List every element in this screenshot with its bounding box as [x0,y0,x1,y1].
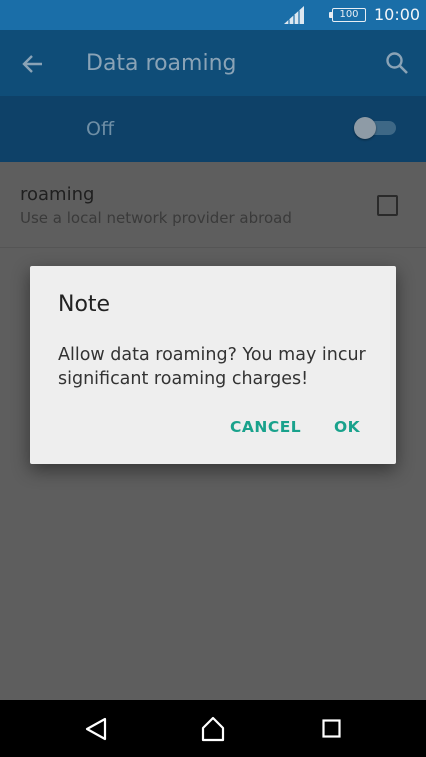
home-icon[interactable] [200,715,226,743]
nav-back-icon[interactable] [84,716,108,742]
battery-icon: 100 [329,8,366,22]
dialog-title: Note [58,292,111,317]
recents-icon[interactable] [322,719,341,738]
roaming-setting-row[interactable]: roaming Use a local network provider abr… [0,162,426,248]
navigation-bar [0,700,426,757]
status-bar: 100 10:00 [0,0,426,30]
cancel-button[interactable]: CANCEL [222,412,309,442]
signal-icon [284,6,304,24]
note-dialog: Note Allow data roaming? You may incur s… [30,266,396,464]
clock: 10:00 [374,5,421,24]
page-title: Data roaming [86,51,237,76]
roaming-setting-title: roaming [20,184,95,205]
search-icon[interactable] [384,50,410,76]
ok-button[interactable]: OK [324,412,370,442]
master-switch-thumb[interactable] [354,117,376,139]
battery-level: 100 [339,9,359,20]
roaming-setting-summary: Use a local network provider abroad [20,209,292,227]
back-arrow-icon[interactable] [20,51,46,77]
master-switch-label: Off [86,118,115,140]
dialog-message: Allow data roaming? You may incur signif… [58,345,366,389]
app-bar: Data roaming [0,30,426,96]
roaming-checkbox[interactable] [377,195,398,216]
